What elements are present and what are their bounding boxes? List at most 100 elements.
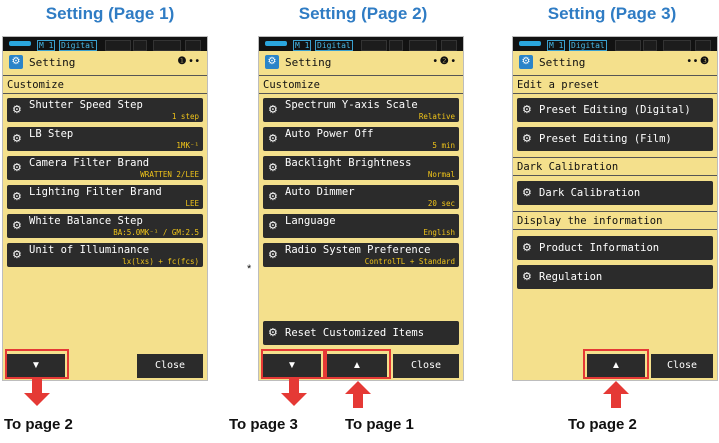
gear-icon: ⚙ [12,220,22,232]
gear-icon: ⚙ [12,133,22,145]
panel-1-title: Setting (Page 1) [45,4,175,23]
gear-icon: ⚙ [12,191,22,203]
item-value: 5 min [432,141,455,150]
menu-item-backlight-brightness[interactable]: ⚙ Backlight Brightness Normal [263,156,459,180]
gear-icon: ⚙ [268,104,278,116]
divider [3,93,207,94]
status-block [643,40,657,51]
item-label: Lighting Filter Brand [29,186,162,198]
page-indicator: • • ❸ [687,56,709,67]
gear-icon: ⚙ [268,133,278,145]
item-label: Dark Calibration [539,187,641,199]
menu-item-language[interactable]: ⚙ Language English [263,214,459,238]
header: ⚙ Setting • ❷ • [259,51,463,75]
highlight-box [325,349,391,379]
divider [259,75,463,76]
battery-icon [9,41,31,46]
caption-to-page-2: To page 2 [568,416,637,433]
item-label: Product Information [539,242,660,254]
status-block [361,40,387,51]
item-value: 1MK⁻¹ [176,141,199,150]
gear-icon: ⚙ [12,162,22,174]
gear-icon: ⚙ [268,327,278,339]
item-label: LB Step [29,128,74,140]
arrow-up-indicator [353,394,363,408]
header-title: Setting [539,56,586,69]
arrow-up-head [603,381,629,394]
arrow-down-indicator [32,379,42,393]
meter-indicator: Digital [315,40,353,51]
meter-indicator: Digital [569,40,607,51]
divider [513,157,717,158]
mode-indicator: M 1 [547,40,566,51]
status-block [389,40,403,51]
setting-icon: ⚙ [265,55,279,69]
close-button[interactable]: Close [651,354,713,378]
menu-item-auto-power-off[interactable]: ⚙ Auto Power Off 5 min [263,127,459,151]
gear-icon: ⚙ [522,133,532,145]
signal-icon [441,40,457,51]
divider [513,93,717,94]
arrow-down-indicator [289,379,299,393]
item-label: Reset Customized Items [285,327,425,339]
menu-item-spectrum-y-axis-scale[interactable]: ⚙ Spectrum Y-axis Scale Relative [263,98,459,122]
highlight-box [583,349,649,379]
meter-indicator: Digital [59,40,97,51]
item-label: Auto Power Off [285,128,374,140]
menu-item-dark-calibration[interactable]: ⚙ Dark Calibration [517,181,713,205]
arrow-up-indicator [611,394,621,408]
gear-icon: ⚙ [268,162,278,174]
menu-item-preset-editing-digital[interactable]: ⚙ Preset Editing (Digital) [517,98,713,122]
item-value: ControlTL + Standard [364,257,455,266]
status-bar: M 1 Digital [513,37,717,51]
menu-item-lb-step[interactable]: ⚙ LB Step 1MK⁻¹ [7,127,203,151]
setting-icon: ⚙ [9,55,23,69]
item-value: lx(lxs) + fc(fcs) [122,257,199,266]
menu-item-product-information[interactable]: ⚙ Product Information [517,236,713,260]
arrow-down-head [24,393,50,406]
header-title: Setting [285,56,332,69]
screen-page-1: M 1 Digital ⚙ Setting ❶ • • Customize ⚙ … [2,36,208,381]
menu-item-radio-system-preference[interactable]: ⚙ Radio System Preference ControlTL + St… [263,243,459,267]
section-label: Customize [7,79,64,91]
page-indicator: ❶ • • [177,56,199,67]
item-value: Relative [418,112,455,121]
section-label: Display the information [517,215,663,227]
menu-item-lighting-filter-brand[interactable]: ⚙ Lighting Filter Brand LEE [7,185,203,209]
menu-item-white-balance-step[interactable]: ⚙ White Balance Step BA:5.0MK⁻¹ / GM:2.5 [7,214,203,238]
reset-customized-items-button[interactable]: ⚙ Reset Customized Items [263,321,459,345]
gear-icon: ⚙ [12,104,22,116]
item-label: Auto Dimmer [285,186,355,198]
menu-item-camera-filter-brand[interactable]: ⚙ Camera Filter Brand WRATTEN 2/LEE [7,156,203,180]
menu-item-unit-of-illuminance[interactable]: ⚙ Unit of Illuminance lx(lxs) + fc(fcs) [7,243,203,267]
highlight-box [5,349,69,379]
highlight-box [261,349,325,379]
battery-icon [519,41,541,46]
menu-item-preset-editing-film[interactable]: ⚙ Preset Editing (Film) [517,127,713,151]
caption-to-page-1: To page 1 [345,416,414,433]
item-label: Preset Editing (Digital) [539,104,691,116]
gear-icon: ⚙ [12,249,22,261]
item-value: BA:5.0MK⁻¹ / GM:2.5 [113,228,199,237]
section-label: Dark Calibration [517,161,619,173]
item-label: Language [285,215,336,227]
close-button[interactable]: Close [137,354,203,378]
close-label: Close [410,360,442,371]
close-label: Close [154,360,186,371]
divider [513,175,717,176]
item-value: English [423,228,455,237]
divider [513,229,717,230]
menu-item-shutter-speed-step[interactable]: ⚙ Shutter Speed Step 1 step [7,98,203,122]
header: ⚙ Setting ❶ • • [3,51,207,75]
item-value: 1 step [171,112,199,121]
item-label: Preset Editing (Film) [539,133,672,145]
section-label: Customize [263,79,320,91]
menu-item-regulation[interactable]: ⚙ Regulation [517,265,713,289]
menu-item-auto-dimmer[interactable]: ⚙ Auto Dimmer 20 sec [263,185,459,209]
section-label: Edit a preset [517,79,600,91]
setting-icon: ⚙ [519,55,533,69]
gear-icon: ⚙ [268,220,278,232]
gear-icon: ⚙ [268,249,278,261]
close-button[interactable]: Close [393,354,459,378]
close-label: Close [666,360,698,371]
